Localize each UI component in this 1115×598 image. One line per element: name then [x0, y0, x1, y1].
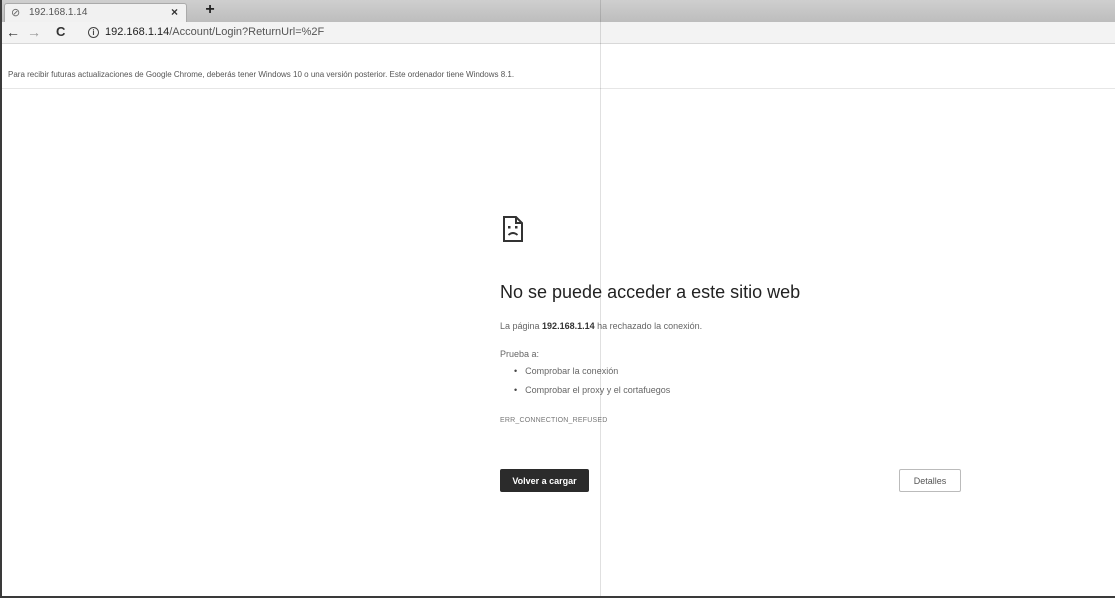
- address-bar[interactable]: 192.168.1.14/Account/Login?ReturnUrl=%2F: [105, 26, 324, 38]
- try-label: Prueba a:: [500, 349, 540, 359]
- scan-fold-line: [600, 0, 601, 596]
- back-button[interactable]: ←: [6, 24, 20, 40]
- sad-page-icon: [503, 216, 523, 242]
- tab-192-168-1-14[interactable]: ⊘ 192.168.1.14 ×: [4, 3, 187, 22]
- suggestion-check-connection: Comprobar la conexión: [514, 365, 670, 384]
- infobar-message: Para recibir futuras actualizaciones de …: [8, 70, 515, 79]
- url-path: /Account/Login?ReturnUrl=%2F: [169, 26, 325, 38]
- error-line-suffix: ha rechazado la conexión.: [594, 321, 703, 331]
- close-tab-icon[interactable]: ×: [171, 5, 178, 19]
- browser-window: ⊘ 192.168.1.14 × + ← → C i 192.168.1.14/…: [0, 0, 1115, 598]
- new-tab-button[interactable]: +: [202, 1, 218, 19]
- update-infobar: Para recibir futuras actualizaciones de …: [2, 65, 1115, 89]
- tab-strip: ⊘ 192.168.1.14 × +: [2, 0, 1115, 22]
- suggestion-check-proxy-firewall[interactable]: Comprobar el proxy y el cortafuegos: [514, 384, 670, 403]
- reload-button[interactable]: C: [56, 24, 65, 40]
- error-title: No se puede acceder a este sitio web: [500, 282, 801, 302]
- url-host: 192.168.1.14: [105, 26, 170, 38]
- reload-page-button[interactable]: Volver a cargar: [500, 469, 589, 492]
- error-code: ERR_CONNECTION_REFUSED: [500, 417, 608, 424]
- details-button[interactable]: Detalles: [899, 469, 961, 492]
- suggestion-list: Comprobar la conexión Comprobar el proxy…: [514, 365, 670, 403]
- error-description: La página 192.168.1.14 ha rechazado la c…: [500, 321, 702, 331]
- globe-icon: ⊘: [11, 7, 21, 19]
- forward-button[interactable]: →: [27, 24, 41, 40]
- info-icon[interactable]: i: [88, 27, 99, 38]
- tab-title: 192.168.1.14: [29, 7, 88, 18]
- error-line-host: 192.168.1.14: [542, 321, 595, 331]
- error-line-prefix: La página: [500, 321, 543, 331]
- address-toolbar: ← → C i 192.168.1.14/Account/Login?Retur…: [2, 22, 1115, 44]
